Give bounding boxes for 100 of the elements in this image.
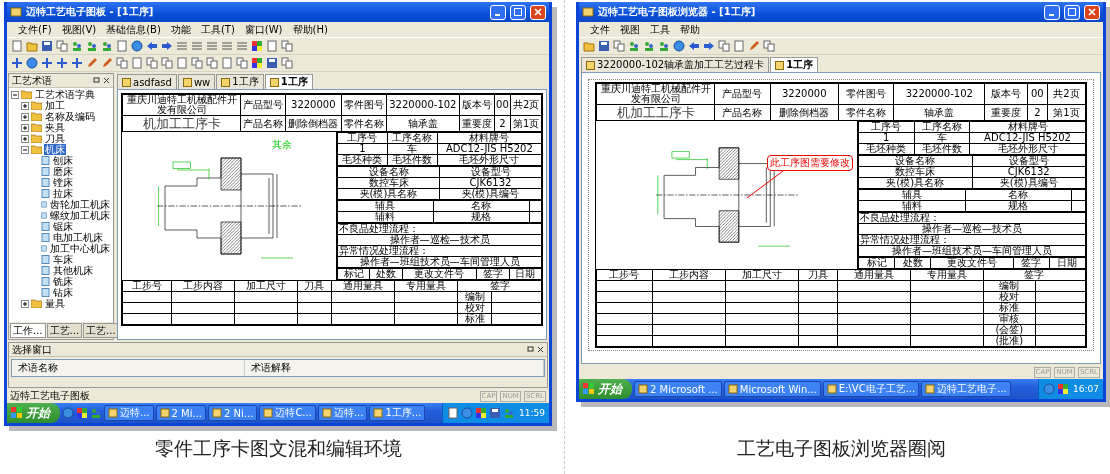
pen-icon[interactable]: [748, 40, 760, 52]
panel-tab[interactable]: 工艺...: [46, 323, 83, 338]
page-icon[interactable]: [116, 40, 128, 52]
cross-icon[interactable]: [56, 57, 68, 69]
taskbar-item[interactable]: Microsoft Win...: [723, 381, 821, 397]
folder-icon[interactable]: [583, 40, 595, 52]
copy-icon[interactable]: [56, 40, 68, 52]
color-grid-icon[interactable]: [1057, 383, 1070, 395]
color-grid-icon[interactable]: [475, 407, 488, 419]
tree-item[interactable]: 螺纹加工机床: [49, 210, 111, 221]
menu-item[interactable]: 视图: [615, 22, 645, 37]
copy-icon[interactable]: [613, 40, 625, 52]
tree-item[interactable]: 机床: [44, 144, 66, 155]
expand-icon[interactable]: [21, 112, 29, 121]
taskbar-item[interactable]: 1工序...: [369, 405, 426, 421]
minimize-button[interactable]: [490, 4, 506, 20]
copy-icon[interactable]: [718, 40, 730, 52]
document-tab[interactable]: 1工序: [216, 74, 264, 89]
taskbar-item[interactable]: 2 Ni...: [208, 405, 258, 421]
color-grid-icon[interactable]: [76, 407, 88, 419]
copy-icon[interactable]: [116, 57, 128, 69]
copy-icon[interactable]: [146, 57, 158, 69]
tree-item[interactable]: 刨床: [52, 155, 74, 166]
page-icon[interactable]: [11, 40, 23, 52]
right-arrow-icon[interactable]: [703, 40, 715, 52]
copy-icon[interactable]: [161, 57, 173, 69]
menu-item[interactable]: 帮助: [675, 22, 705, 37]
tree-item[interactable]: 镗床: [52, 177, 74, 188]
tree-item[interactable]: 钻床: [52, 287, 74, 298]
document-tab[interactable]: 1工序: [264, 74, 313, 89]
tree-item[interactable]: 磨床: [52, 166, 74, 177]
menu-item[interactable]: 文件(F): [13, 22, 57, 37]
copy-icon[interactable]: [236, 57, 248, 69]
tree-item[interactable]: 齿轮加工机床: [49, 199, 111, 210]
folder-icon[interactable]: [26, 40, 38, 52]
color-grid-icon[interactable]: [251, 57, 263, 69]
page-icon[interactable]: [176, 57, 188, 69]
taskbar-item[interactable]: 迈特...: [317, 405, 368, 421]
taskbar-item[interactable]: 迈特工艺电子...: [921, 381, 1011, 397]
menu-item[interactable]: 工具(T): [195, 22, 240, 37]
page-icon[interactable]: [447, 407, 460, 419]
expand-icon[interactable]: [21, 134, 29, 143]
copy-icon[interactable]: [281, 40, 293, 52]
left-arrow-icon[interactable]: [688, 40, 700, 52]
taskbar-item[interactable]: 2 Microsoft ...: [634, 381, 722, 397]
copy-icon[interactable]: [206, 57, 218, 69]
document-tab[interactable]: 1工序: [770, 57, 819, 72]
close-icon[interactable]: [103, 77, 110, 84]
panel-tab[interactable]: 工作...: [10, 323, 46, 338]
close-icon[interactable]: [537, 346, 544, 353]
collapse-icon[interactable]: [21, 145, 29, 154]
tree-item[interactable]: 其他机床: [52, 265, 94, 276]
right-arrow-icon[interactable]: [161, 40, 173, 52]
tree-item[interactable]: 刀具: [44, 133, 66, 144]
left-arrow-icon[interactable]: [146, 40, 158, 52]
document-tab[interactable]: asdfasd: [117, 74, 177, 89]
page-icon[interactable]: [733, 40, 745, 52]
expand-icon[interactable]: [21, 299, 29, 308]
tree-item[interactable]: 夹具: [44, 122, 66, 133]
pin-icon[interactable]: [93, 77, 100, 84]
tree-item[interactable]: 量具: [44, 298, 66, 309]
tree-item[interactable]: 拉床: [52, 188, 74, 199]
page-icon[interactable]: [221, 57, 233, 69]
pen-icon[interactable]: [86, 57, 98, 69]
copy-icon[interactable]: [763, 40, 775, 52]
tree-item[interactable]: 工艺术语字典: [34, 89, 96, 100]
menu-item[interactable]: 工具: [645, 22, 675, 37]
menu-item[interactable]: 帮助(H): [287, 22, 333, 37]
menu-item[interactable]: 窗口(W): [239, 22, 288, 37]
menu-item[interactable]: 文件: [585, 22, 615, 37]
menu-item[interactable]: 功能: [165, 22, 196, 37]
collapse-icon[interactable]: [11, 90, 19, 99]
menu-item[interactable]: 基础信息(B): [101, 22, 166, 37]
close-button[interactable]: [1084, 4, 1100, 20]
taskbar-item[interactable]: E:\VC电子工艺...: [822, 381, 920, 397]
tree-item[interactable]: 车床: [52, 254, 74, 265]
copy-icon[interactable]: [191, 57, 203, 69]
pen-icon[interactable]: [101, 57, 113, 69]
tree-item[interactable]: 锯床: [52, 221, 74, 232]
pin-icon[interactable]: [527, 346, 534, 353]
cross-icon[interactable]: [71, 57, 83, 69]
tree-item[interactable]: 加工中心机床: [49, 243, 111, 254]
maximize-button[interactable]: [510, 4, 526, 20]
expand-icon[interactable]: [21, 101, 29, 110]
cross-icon[interactable]: [41, 57, 53, 69]
menu-item[interactable]: 视图(V): [56, 22, 102, 37]
copy-icon[interactable]: [281, 57, 293, 69]
minimize-button[interactable]: [1044, 4, 1060, 20]
tree-item[interactable]: 铣床: [52, 276, 74, 287]
document-tab[interactable]: ww: [177, 74, 216, 89]
taskbar-item[interactable]: 迈特...: [104, 405, 154, 421]
tree-item[interactable]: 加工: [44, 100, 66, 111]
tree-item[interactable]: 电加工机床: [52, 232, 104, 243]
close-button[interactable]: [530, 4, 546, 20]
expand-icon[interactable]: [21, 123, 29, 132]
page-icon[interactable]: [131, 57, 143, 69]
taskbar-item[interactable]: 迈特C...: [259, 405, 316, 421]
taskbar-item[interactable]: 2 Mi...: [155, 405, 207, 421]
tree-item[interactable]: 名称及编码: [44, 111, 96, 122]
maximize-button[interactable]: [1064, 4, 1080, 20]
